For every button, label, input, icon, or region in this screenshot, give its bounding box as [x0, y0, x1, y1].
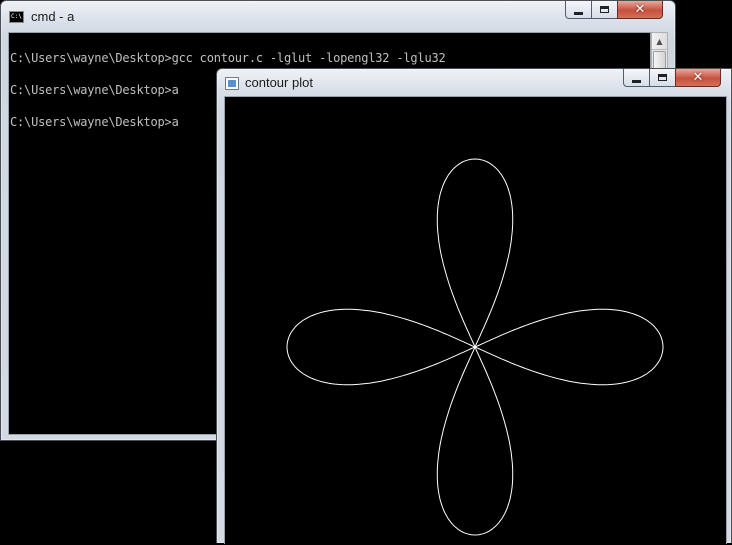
- maximize-icon: [658, 74, 667, 81]
- chevron-up-icon: ▲: [656, 36, 663, 46]
- console-line: C:\Users\wayne\Desktop>gcc contour.c -lg…: [10, 51, 446, 65]
- cmd-window-title: cmd - a: [31, 9, 75, 24]
- maximize-button[interactable]: [591, 1, 617, 19]
- minimize-button[interactable]: [623, 69, 649, 87]
- plot-caption-buttons: ✕: [623, 69, 721, 87]
- console-line: C:\Users\wayne\Desktop>a: [10, 83, 179, 97]
- cmd-titlebar[interactable]: C:\. cmd - a ✕: [1, 1, 675, 31]
- console-icon: C:\.: [9, 11, 24, 23]
- close-icon: ✕: [634, 2, 646, 17]
- minimize-button[interactable]: [565, 1, 591, 19]
- plot-window-title: contour plot: [245, 75, 313, 90]
- console-line: C:\Users\wayne\Desktop>a: [10, 115, 179, 129]
- contour-curve-svg: [286, 158, 664, 536]
- contour-plot-window[interactable]: contour plot ✕: [216, 68, 732, 544]
- close-button[interactable]: ✕: [617, 1, 663, 19]
- plot-titlebar[interactable]: contour plot ✕: [217, 69, 731, 99]
- scroll-up-button[interactable]: ▲: [652, 33, 667, 50]
- maximize-button[interactable]: [649, 69, 675, 87]
- minimize-icon: [574, 11, 583, 15]
- close-button[interactable]: ✕: [675, 69, 721, 87]
- plot-canvas[interactable]: [224, 96, 727, 544]
- maximize-icon: [600, 6, 609, 13]
- minimize-icon: [632, 79, 641, 83]
- origin-point: [474, 346, 476, 348]
- cmd-caption-buttons: ✕: [565, 1, 663, 19]
- opengl-window-icon: [225, 77, 239, 90]
- close-icon: ✕: [692, 70, 704, 85]
